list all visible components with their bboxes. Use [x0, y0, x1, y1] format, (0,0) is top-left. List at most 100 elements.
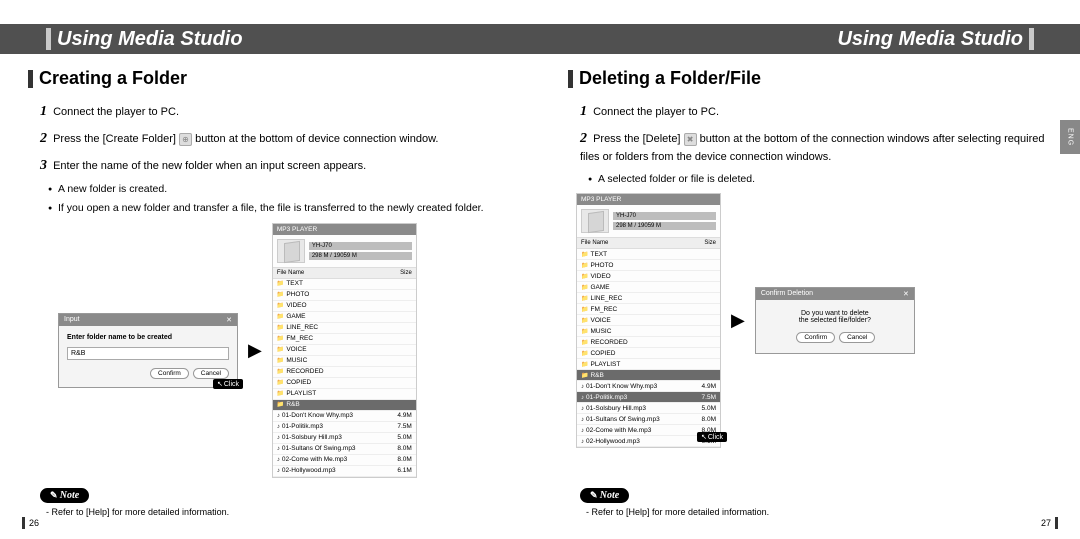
panel-columns: File Name Size: [273, 268, 416, 279]
cancel-button[interactable]: Cancel: [839, 332, 875, 343]
list-item[interactable]: 📁MUSIC: [577, 326, 720, 337]
click-badge: Click: [697, 432, 727, 442]
list-item[interactable]: 📁COPIED: [577, 348, 720, 359]
step-num: 1: [40, 104, 47, 119]
panel-title: MP3 PLAYER: [273, 224, 416, 235]
step-text-a: Press the [Create Folder]: [53, 133, 176, 145]
list-item[interactable]: 📁TEXT: [577, 249, 720, 260]
player-panel-right: MP3 PLAYER YH-J70 298 M / 19059 M File N…: [576, 193, 721, 448]
header-mark: [46, 28, 51, 50]
list-item[interactable]: ♪01-Politik.mp37.5M: [273, 422, 416, 433]
panel-list-left: 📁TEXT📁PHOTO📁VIDEO📁GAME📁LINE_REC📁FM_REC📁V…: [273, 279, 416, 477]
list-item-selected[interactable]: ♪01-Politik.mp37.5M: [577, 392, 720, 403]
dialog-title-bar: Input ✕: [59, 314, 237, 326]
list-item[interactable]: ♪01-Sultans Of Swing.mp38.0M: [273, 444, 416, 455]
section-title-left: Creating a Folder: [39, 68, 187, 89]
header-title-left: Using Media Studio: [57, 28, 243, 51]
step-text-b: button at the bottom of device connectio…: [195, 133, 438, 145]
steps-right: 1 Connect the player to PC. 2 Press the …: [568, 101, 1052, 187]
list-item[interactable]: ♪01-Solsbury Hill.mp35.0M: [273, 433, 416, 444]
steps-left: 1 Connect the player to PC. 2 Press the …: [28, 101, 512, 217]
list-item-selected[interactable]: 📁R&B: [577, 370, 720, 381]
page-right: Using Media Studio ENG Deleting a Folder…: [540, 0, 1080, 539]
folder-name-input[interactable]: [67, 347, 229, 360]
list-item[interactable]: 📁RECORDED: [273, 367, 416, 378]
panel-columns: File Name Size: [577, 238, 720, 249]
page-number-right: 27: [1041, 517, 1058, 529]
list-item[interactable]: ♪02-Hollywood.mp36.1M: [273, 466, 416, 477]
step-num: 3: [40, 158, 47, 173]
header-bar-right: Using Media Studio: [540, 24, 1080, 54]
panel-list-right: 📁TEXT📁PHOTO📁VIDEO📁GAME📁LINE_REC📁FM_REC📁V…: [577, 249, 720, 447]
header-title-right: Using Media Studio: [837, 28, 1023, 51]
list-item[interactable]: ♪01-Don't Know Why.mp34.9M: [273, 411, 416, 422]
device-capacity: 298 M / 19059 M: [309, 252, 412, 260]
bullets-right: A selected folder or file is deleted.: [580, 172, 1052, 188]
note-text: Refer to [Help] for more detailed inform…: [580, 507, 1040, 517]
header-bar-left: Using Media Studio: [0, 24, 540, 54]
note-row-left: Note Refer to [Help] for more detailed i…: [40, 485, 500, 517]
list-item[interactable]: 📁PHOTO: [577, 260, 720, 271]
bullet-item: A new folder is created.: [58, 182, 512, 198]
section-title-right: Deleting a Folder/File: [579, 68, 761, 89]
list-item[interactable]: 📁LINE_REC: [577, 293, 720, 304]
list-item[interactable]: ♪01-Sultans Of Swing.mp38.0M: [577, 414, 720, 425]
list-item[interactable]: 📁PLAYLIST: [577, 359, 720, 370]
step-2: 2 Press the [Create Folder] ⊕ button at …: [40, 128, 512, 149]
step-3: 3 Enter the name of the new folder when …: [40, 155, 512, 176]
dialog-line1: Do you want to delete: [766, 310, 904, 317]
step-num: 1: [580, 104, 587, 119]
page-number-left: 26: [22, 517, 39, 529]
list-item[interactable]: 📁GAME: [273, 312, 416, 323]
confirm-button[interactable]: Confirm: [796, 332, 835, 343]
dialog-line2: the selected file/folder?: [766, 317, 904, 324]
device-icon: [581, 209, 609, 233]
dialog-title: Confirm Deletion: [761, 290, 813, 298]
list-item[interactable]: 📁MUSIC: [273, 356, 416, 367]
cancel-button[interactable]: Cancel: [193, 368, 229, 379]
bullet-item: A selected folder or file is deleted.: [598, 172, 1052, 188]
illustration-left: Input ✕ Enter folder name to be created …: [28, 223, 512, 478]
device-icon: [277, 239, 305, 263]
device-row: YH-J70 298 M / 19059 M: [577, 205, 720, 238]
dialog-label: Enter folder name to be created: [67, 334, 229, 341]
note-badge: Note: [580, 488, 629, 503]
input-dialog: Input ✕ Enter folder name to be created …: [58, 313, 238, 388]
list-item[interactable]: 📁TEXT: [273, 279, 416, 290]
list-item[interactable]: ♪02-Come with Me.mp38.0M: [273, 455, 416, 466]
list-item[interactable]: ♪01-Solsbury Hill.mp35.0M: [577, 403, 720, 414]
dialog-title-bar: Confirm Deletion ✕: [756, 288, 914, 300]
step-num: 2: [580, 131, 587, 146]
list-item-selected[interactable]: 📁R&B: [273, 400, 416, 411]
col-name: File Name: [581, 240, 608, 246]
list-item[interactable]: 📁FM_REC: [273, 334, 416, 345]
note-badge: Note: [40, 488, 89, 503]
close-icon[interactable]: ✕: [903, 290, 909, 298]
arrow-icon: ▶: [731, 310, 745, 331]
list-item[interactable]: 📁GAME: [577, 282, 720, 293]
list-item[interactable]: 📁LINE_REC: [273, 323, 416, 334]
list-item[interactable]: 📁COPIED: [273, 378, 416, 389]
list-item[interactable]: 📁VOICE: [273, 345, 416, 356]
step-text-a: Press the [Delete]: [593, 133, 680, 145]
bullets-left: A new folder is created. If you open a n…: [40, 182, 512, 217]
bullet-item: If you open a new folder and transfer a …: [58, 201, 512, 217]
step-num: 2: [40, 131, 47, 146]
list-item[interactable]: 📁PHOTO: [273, 290, 416, 301]
list-item[interactable]: 📁PLAYLIST: [273, 389, 416, 400]
create-folder-icon: ⊕: [179, 133, 192, 146]
list-item[interactable]: 📁RECORDED: [577, 337, 720, 348]
device-name: YH-J70: [309, 242, 412, 250]
close-icon[interactable]: ✕: [226, 316, 232, 324]
step-2: 2 Press the [Delete] ✖ button at the bot…: [580, 128, 1052, 166]
list-item[interactable]: 📁VIDEO: [273, 301, 416, 312]
col-size: Size: [704, 240, 716, 246]
list-item[interactable]: ♪01-Don't Know Why.mp34.9M: [577, 381, 720, 392]
section-title-row: Creating a Folder: [28, 68, 512, 89]
confirm-button[interactable]: Confirm: [150, 368, 189, 379]
list-item[interactable]: 📁VOICE: [577, 315, 720, 326]
player-panel-left: MP3 PLAYER YH-J70 298 M / 19059 M File N…: [272, 223, 417, 478]
list-item[interactable]: 📁VIDEO: [577, 271, 720, 282]
list-item[interactable]: 📁FM_REC: [577, 304, 720, 315]
device-name: YH-J70: [613, 212, 716, 220]
